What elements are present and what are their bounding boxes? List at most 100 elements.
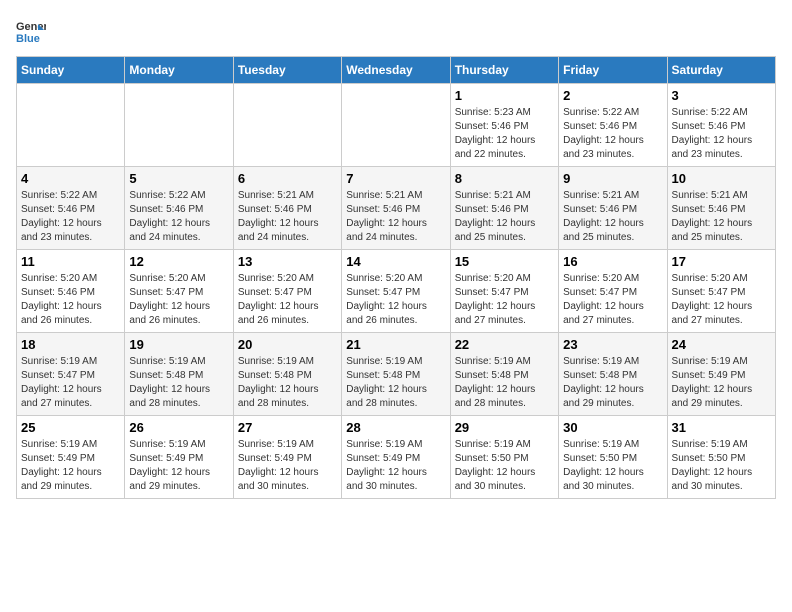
svg-text:General: General <box>16 21 46 33</box>
day-number: 25 <box>21 420 120 435</box>
day-info: Sunrise: 5:19 AM Sunset: 5:47 PM Dayligh… <box>21 355 120 411</box>
day-info: Sunrise: 5:19 AM Sunset: 5:50 PM Dayligh… <box>563 438 662 494</box>
day-info: Sunrise: 5:19 AM Sunset: 5:49 PM Dayligh… <box>129 438 228 494</box>
calendar-cell: 30 Sunrise: 5:19 AM Sunset: 5:50 PM Dayli… <box>559 416 667 499</box>
calendar-cell: 21Sunrise: 5:19 AM Sunset: 5:48 PM Dayli… <box>342 333 450 416</box>
calendar-cell: 10 Sunrise: 5:21 AM Sunset: 5:46 PM Dayli… <box>667 167 775 250</box>
calendar-cell: 14 Sunrise: 5:20 AM Sunset: 5:47 PM Dayli… <box>342 250 450 333</box>
day-number: 1 <box>455 88 554 103</box>
calendar-cell: 28Sunrise: 5:19 AM Sunset: 5:49 PM Dayli… <box>342 416 450 499</box>
day-number: 2 <box>563 88 662 103</box>
day-number: 20 <box>238 337 337 352</box>
day-number: 5 <box>129 171 228 186</box>
day-info: Sunrise: 5:19 AM Sunset: 5:48 PM Dayligh… <box>129 355 228 411</box>
weekday-header-monday: Monday <box>125 57 233 84</box>
calendar-cell: 5 Sunrise: 5:22 AM Sunset: 5:46 PM Daylig… <box>125 167 233 250</box>
day-info: Sunrise: 5:21 AM Sunset: 5:46 PM Dayligh… <box>672 189 771 245</box>
weekday-header-sunday: Sunday <box>17 57 125 84</box>
day-number: 18 <box>21 337 120 352</box>
day-number: 22 <box>455 337 554 352</box>
day-number: 12 <box>129 254 228 269</box>
day-info: Sunrise: 5:21 AM Sunset: 5:46 PM Dayligh… <box>346 189 445 245</box>
day-info: Sunrise: 5:19 AM Sunset: 5:49 PM Dayligh… <box>672 355 771 411</box>
calendar-cell <box>125 84 233 167</box>
day-number: 4 <box>21 171 120 186</box>
day-number: 31 <box>672 420 771 435</box>
calendar-cell <box>342 84 450 167</box>
calendar-cell: 9 Sunrise: 5:21 AM Sunset: 5:46 PM Daylig… <box>559 167 667 250</box>
day-info: Sunrise: 5:22 AM Sunset: 5:46 PM Dayligh… <box>21 189 120 245</box>
day-number: 15 <box>455 254 554 269</box>
calendar-cell: 31 Sunrise: 5:19 AM Sunset: 5:50 PM Dayli… <box>667 416 775 499</box>
day-info: Sunrise: 5:22 AM Sunset: 5:46 PM Dayligh… <box>563 106 662 162</box>
day-info: Sunrise: 5:19 AM Sunset: 5:49 PM Dayligh… <box>238 438 337 494</box>
day-number: 23 <box>563 337 662 352</box>
weekday-header-saturday: Saturday <box>667 57 775 84</box>
day-info: Sunrise: 5:19 AM Sunset: 5:50 PM Dayligh… <box>672 438 771 494</box>
calendar-cell: 19 Sunrise: 5:19 AM Sunset: 5:48 PM Dayli… <box>125 333 233 416</box>
calendar-table: SundayMondayTuesdayWednesdayThursdayFrid… <box>16 56 776 499</box>
day-number: 30 <box>563 420 662 435</box>
svg-text:Blue: Blue <box>16 33 40 45</box>
day-number: 16 <box>563 254 662 269</box>
calendar-cell: 6 Sunrise: 5:21 AM Sunset: 5:46 PM Daylig… <box>233 167 341 250</box>
day-info: Sunrise: 5:20 AM Sunset: 5:47 PM Dayligh… <box>238 272 337 328</box>
day-info: Sunrise: 5:19 AM Sunset: 5:48 PM Dayligh… <box>238 355 337 411</box>
day-info: Sunrise: 5:22 AM Sunset: 5:46 PM Dayligh… <box>129 189 228 245</box>
day-info: Sunrise: 5:20 AM Sunset: 5:47 PM Dayligh… <box>563 272 662 328</box>
day-info: Sunrise: 5:19 AM Sunset: 5:50 PM Dayligh… <box>455 438 554 494</box>
day-info: Sunrise: 5:19 AM Sunset: 5:48 PM Dayligh… <box>346 355 445 411</box>
day-number: 8 <box>455 171 554 186</box>
page-header: General Blue <box>16 16 776 46</box>
day-number: 24 <box>672 337 771 352</box>
calendar-cell <box>17 84 125 167</box>
calendar-cell: 23Sunrise: 5:19 AM Sunset: 5:48 PM Dayli… <box>559 333 667 416</box>
day-number: 14 <box>346 254 445 269</box>
day-info: Sunrise: 5:19 AM Sunset: 5:49 PM Dayligh… <box>346 438 445 494</box>
calendar-cell: 20 Sunrise: 5:19 AM Sunset: 5:48 PM Dayli… <box>233 333 341 416</box>
day-number: 26 <box>129 420 228 435</box>
weekday-header-friday: Friday <box>559 57 667 84</box>
day-info: Sunrise: 5:20 AM Sunset: 5:47 PM Dayligh… <box>346 272 445 328</box>
day-info: Sunrise: 5:21 AM Sunset: 5:46 PM Dayligh… <box>238 189 337 245</box>
weekday-header-thursday: Thursday <box>450 57 558 84</box>
day-number: 9 <box>563 171 662 186</box>
day-number: 19 <box>129 337 228 352</box>
calendar-cell: 8 Sunrise: 5:21 AM Sunset: 5:46 PM Daylig… <box>450 167 558 250</box>
calendar-cell: 16 Sunrise: 5:20 AM Sunset: 5:47 PM Dayli… <box>559 250 667 333</box>
day-info: Sunrise: 5:22 AM Sunset: 5:46 PM Dayligh… <box>672 106 771 162</box>
day-number: 6 <box>238 171 337 186</box>
day-number: 17 <box>672 254 771 269</box>
calendar-cell: 18 Sunrise: 5:19 AM Sunset: 5:47 PM Dayli… <box>17 333 125 416</box>
logo: General Blue <box>16 16 46 46</box>
day-info: Sunrise: 5:20 AM Sunset: 5:47 PM Dayligh… <box>455 272 554 328</box>
calendar-cell: 24 Sunrise: 5:19 AM Sunset: 5:49 PM Dayli… <box>667 333 775 416</box>
day-info: Sunrise: 5:19 AM Sunset: 5:49 PM Dayligh… <box>21 438 120 494</box>
day-info: Sunrise: 5:20 AM Sunset: 5:47 PM Dayligh… <box>672 272 771 328</box>
calendar-cell: 26 Sunrise: 5:19 AM Sunset: 5:49 PM Dayli… <box>125 416 233 499</box>
calendar-cell: 17 Sunrise: 5:20 AM Sunset: 5:47 PM Dayli… <box>667 250 775 333</box>
day-info: Sunrise: 5:20 AM Sunset: 5:46 PM Dayligh… <box>21 272 120 328</box>
day-info: Sunrise: 5:20 AM Sunset: 5:47 PM Dayligh… <box>129 272 228 328</box>
calendar-cell: 13 Sunrise: 5:20 AM Sunset: 5:47 PM Dayli… <box>233 250 341 333</box>
day-info: Sunrise: 5:19 AM Sunset: 5:48 PM Dayligh… <box>455 355 554 411</box>
calendar-cell: 7 Sunrise: 5:21 AM Sunset: 5:46 PM Daylig… <box>342 167 450 250</box>
day-number: 3 <box>672 88 771 103</box>
calendar-cell: 3 Sunrise: 5:22 AM Sunset: 5:46 PM Daylig… <box>667 84 775 167</box>
day-number: 10 <box>672 171 771 186</box>
day-info: Sunrise: 5:23 AM Sunset: 5:46 PM Dayligh… <box>455 106 554 162</box>
calendar-cell: 1 Sunrise: 5:23 AM Sunset: 5:46 PM Daylig… <box>450 84 558 167</box>
day-info: Sunrise: 5:21 AM Sunset: 5:46 PM Dayligh… <box>563 189 662 245</box>
calendar-cell: 29 Sunrise: 5:19 AM Sunset: 5:50 PM Dayli… <box>450 416 558 499</box>
weekday-header-tuesday: Tuesday <box>233 57 341 84</box>
calendar-cell: 12 Sunrise: 5:20 AM Sunset: 5:47 PM Dayli… <box>125 250 233 333</box>
calendar-cell: 4 Sunrise: 5:22 AM Sunset: 5:46 PM Daylig… <box>17 167 125 250</box>
calendar-cell: 22 Sunrise: 5:19 AM Sunset: 5:48 PM Dayli… <box>450 333 558 416</box>
day-number: 7 <box>346 171 445 186</box>
day-number: 13 <box>238 254 337 269</box>
day-number: 29 <box>455 420 554 435</box>
day-info: Sunrise: 5:21 AM Sunset: 5:46 PM Dayligh… <box>455 189 554 245</box>
day-number: 11 <box>21 254 120 269</box>
calendar-cell: 2 Sunrise: 5:22 AM Sunset: 5:46 PM Daylig… <box>559 84 667 167</box>
calendar-cell: 11 Sunrise: 5:20 AM Sunset: 5:46 PM Dayli… <box>17 250 125 333</box>
